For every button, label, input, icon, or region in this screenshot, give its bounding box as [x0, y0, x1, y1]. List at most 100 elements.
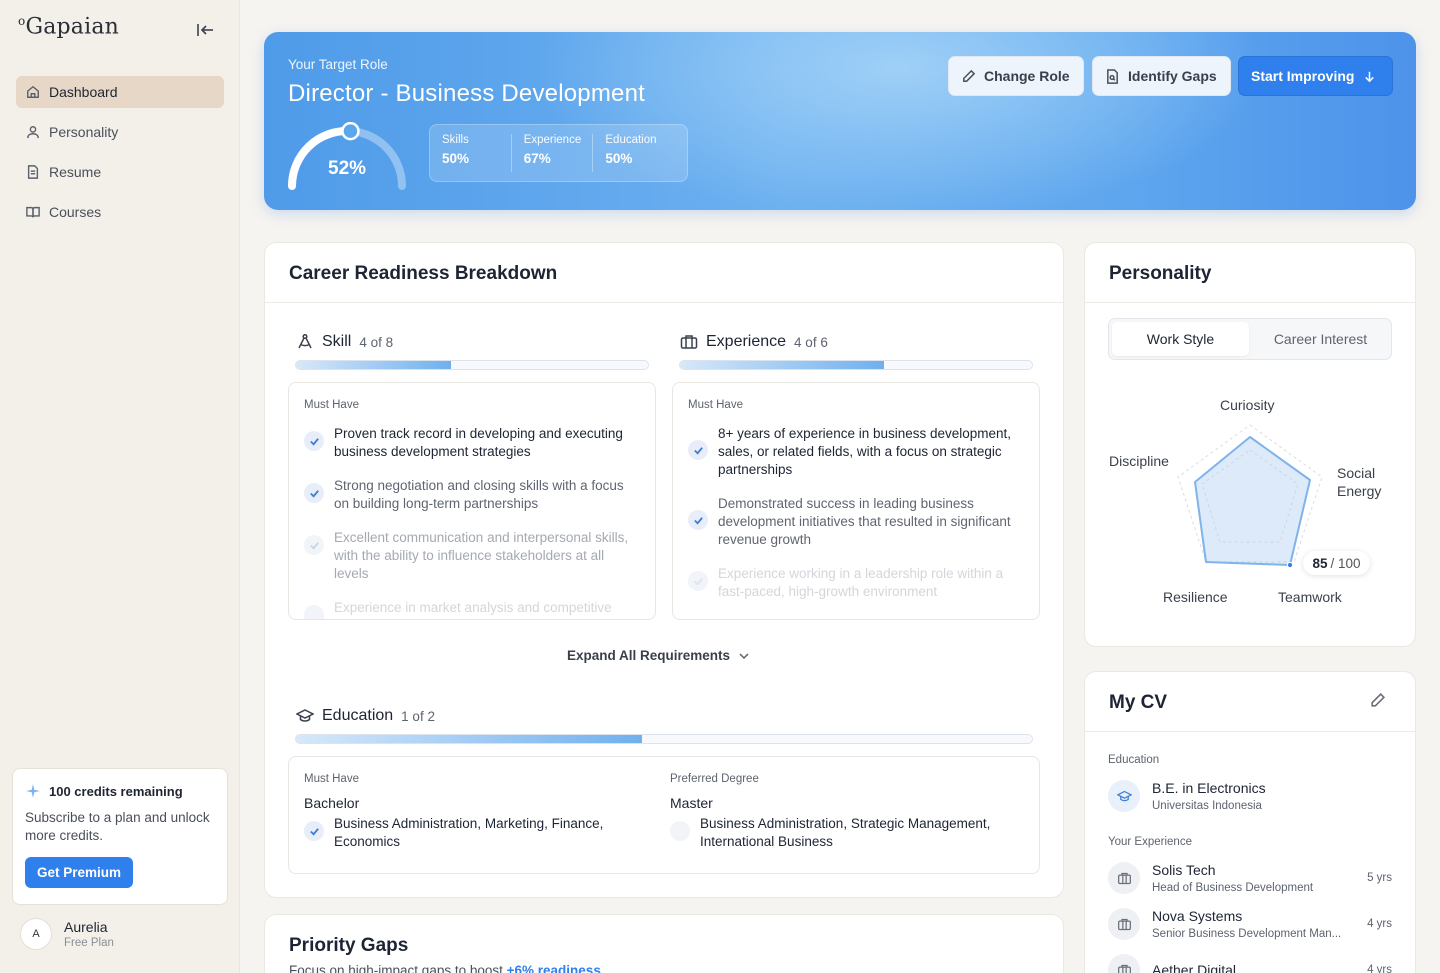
arrow-down-icon: [1365, 71, 1375, 82]
skill-section-header: Skill 4 of 8: [296, 333, 393, 351]
radar-label-discipline: Discipline: [1109, 453, 1169, 469]
document-search-icon: [1107, 68, 1118, 84]
check-icon: [304, 605, 324, 619]
stat-education: Education 50%: [605, 134, 657, 166]
education-progress-fill: [296, 735, 642, 743]
preferred-degree: Preferred Degree Master Business Adminis…: [670, 773, 1020, 867]
check-icon: [304, 431, 324, 451]
sidebar-item-label: Dashboard: [49, 84, 118, 100]
education-section-header: Education 1 of 2: [296, 707, 435, 725]
must-have-label: Must Have: [304, 399, 359, 411]
cv-experience-item: Aether Digital 4 yrs: [1108, 954, 1392, 973]
requirement-item: Strong negotiation and closing skills wi…: [304, 477, 640, 513]
check-icon: [304, 535, 324, 555]
priority-gaps-subtitle: Focus on high-impact gaps to boost +6% r…: [289, 963, 601, 973]
sidebar-item-label: Courses: [49, 204, 102, 220]
sidebar-item-resume[interactable]: Resume: [16, 156, 224, 188]
cv-experience-item: Nova Systems Senior Business Development …: [1108, 908, 1392, 940]
user-profile[interactable]: A Aurelia Free Plan: [20, 918, 114, 950]
requirement-item: Excellent communication and interpersona…: [304, 529, 640, 583]
card-title: Career Readiness Breakdown: [265, 243, 1063, 303]
credits-title: 100 credits remaining: [49, 783, 183, 799]
experience-years: 4 yrs: [1367, 918, 1392, 930]
book-icon: [26, 206, 40, 218]
change-role-button[interactable]: Change Role: [948, 56, 1084, 96]
sidebar-item-label: Resume: [49, 164, 102, 180]
user-name: Aurelia: [64, 919, 108, 935]
education-progress-bar: [295, 734, 1033, 744]
radar-label-social-energy: Social Energy: [1337, 465, 1382, 499]
stat-skills: Skills 50%: [442, 134, 512, 172]
credits-card: 100 credits remaining Subscribe to a pla…: [12, 768, 228, 905]
target-role-banner: Your Target Role Director - Business Dev…: [264, 32, 1416, 210]
cv-experience-item: Solis Tech Head of Business Development 5…: [1108, 862, 1392, 894]
identify-gaps-button[interactable]: Identify Gaps: [1092, 56, 1231, 96]
graduation-cap-icon: [296, 709, 314, 722]
sidebar-item-dashboard[interactable]: Dashboard: [16, 76, 224, 108]
experience-years: 4 yrs: [1367, 964, 1392, 973]
get-premium-button[interactable]: Get Premium: [25, 857, 134, 888]
readiness-percentage: 52%: [328, 158, 367, 179]
user-icon: [27, 126, 39, 139]
cv-education-item: B.E. in Electronics Universitas Indonesia: [1108, 780, 1392, 812]
priority-gaps-card: Priority Gaps Focus on high-impact gaps …: [264, 914, 1064, 973]
degree-name: Master: [670, 795, 713, 811]
experience-years: 5 yrs: [1367, 872, 1392, 884]
requirement-item: Proven track record in developing and ex…: [304, 425, 640, 461]
sidebar: oGapaian Dashboard Personality Resume Co…: [0, 0, 240, 973]
card-title: Personality: [1085, 243, 1415, 303]
sidebar-item-personality[interactable]: Personality: [16, 116, 224, 148]
experience-progress-bar: [679, 360, 1033, 370]
readiness-gauge-knob: [341, 122, 360, 141]
tab-work-style[interactable]: Work Style: [1112, 322, 1249, 356]
chevron-down-icon: [739, 652, 749, 659]
unchecked-icon: [670, 821, 690, 841]
readiness-gauge: [288, 122, 406, 190]
degree-name: Bachelor: [304, 795, 360, 811]
sparkle-icon: [26, 784, 40, 798]
check-icon: [688, 440, 708, 460]
graduation-cap-icon: [1108, 780, 1140, 812]
briefcase-icon: [680, 335, 698, 349]
radar-label-teamwork: Teamwork: [1278, 589, 1342, 605]
user-plan: Free Plan: [64, 937, 114, 949]
home-icon: [27, 85, 39, 98]
sidebar-item-label: Personality: [49, 124, 119, 140]
requirement-item: Demonstrated success in leading business…: [688, 495, 1024, 549]
must-have-degree: Must Have Bachelor Business Administrati…: [304, 773, 654, 867]
building-icon: [1108, 862, 1140, 894]
skill-requirements-box: Must Have Proven track record in develop…: [288, 382, 656, 620]
pencil-icon: [963, 69, 976, 82]
radar-score-tooltip: 85/ 100: [1303, 551, 1370, 575]
edit-cv-icon[interactable]: [1369, 692, 1386, 709]
credits-description: Subscribe to a plan and unlock more cred…: [25, 810, 210, 843]
avatar: A: [20, 918, 52, 950]
experience-progress-fill: [680, 361, 885, 369]
requirement-item: Business Administration, Strategic Manag…: [670, 815, 1020, 851]
experience-requirements-box: Must Have 8+ years of experience in busi…: [672, 382, 1040, 620]
skill-progress-bar: [295, 360, 649, 370]
app-logo[interactable]: oGapaian: [18, 14, 119, 39]
cv-education-label: Education: [1108, 754, 1160, 766]
check-icon: [688, 571, 708, 591]
building-icon: [1108, 908, 1140, 940]
compass-icon: [298, 333, 312, 349]
sidebar-nav: Dashboard Personality Resume Courses: [16, 76, 224, 236]
stat-experience: Experience 67%: [524, 134, 594, 172]
target-role-title: Director - Business Development: [288, 80, 646, 107]
requirement-item: Experience working in a leadership role …: [688, 565, 1024, 601]
radar-label-curiosity: Curiosity: [1220, 397, 1275, 413]
radar-label-resilience: Resilience: [1163, 589, 1228, 605]
sidebar-item-courses[interactable]: Courses: [16, 196, 224, 228]
education-requirements-box: Must Have Bachelor Business Administrati…: [288, 756, 1040, 874]
expand-all-requirements-button[interactable]: Expand All Requirements: [567, 648, 750, 663]
collapse-sidebar-icon[interactable]: [194, 20, 216, 40]
tab-career-interest[interactable]: Career Interest: [1252, 322, 1389, 356]
card-title: Priority Gaps: [289, 935, 409, 956]
cv-experience-label: Your Experience: [1108, 836, 1192, 848]
check-icon: [304, 821, 324, 841]
start-improving-button[interactable]: Start Improving: [1238, 56, 1393, 96]
requirement-item: 8+ years of experience in business devel…: [688, 425, 1024, 479]
building-icon: [1108, 954, 1140, 973]
check-icon: [688, 510, 708, 530]
